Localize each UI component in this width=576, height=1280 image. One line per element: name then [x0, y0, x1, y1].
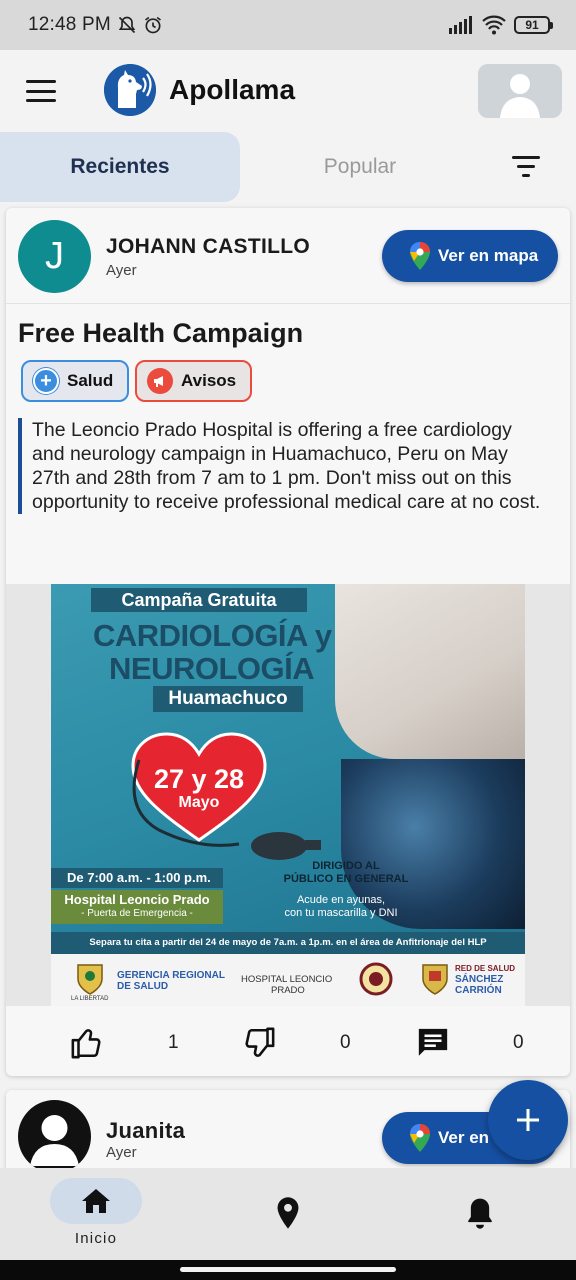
- author-name[interactable]: Juanita: [106, 1118, 185, 1144]
- campaign-poster: Campaña Gratuita CARDIOLOGÍA y NEUROLOGÍ…: [51, 584, 525, 1006]
- wifi-icon: [482, 15, 506, 35]
- tag-salud[interactable]: + Salud: [21, 360, 129, 402]
- dislike-count: 0: [340, 1032, 351, 1053]
- poster-banner: Campaña Gratuita: [91, 588, 307, 612]
- signal-icon: [449, 16, 472, 34]
- bottom-navigation: Inicio: [0, 1168, 576, 1260]
- app-logo: [104, 64, 156, 116]
- menu-button[interactable]: [26, 80, 56, 102]
- app-bar: Apollama: [0, 50, 576, 132]
- author-name[interactable]: JOHANN CASTILLO: [106, 235, 310, 259]
- gesture-bar: [0, 1260, 576, 1280]
- map-pin-icon: [410, 242, 430, 270]
- tag-avisos[interactable]: Avisos: [135, 360, 252, 402]
- comment-count: 0: [513, 1032, 524, 1053]
- megaphone-icon: [147, 368, 173, 394]
- post-title: Free Health Campaign: [18, 318, 304, 348]
- poster-logos: LA LIBERTAD GERENCIA REGIONAL DE SALUD H…: [51, 954, 525, 1006]
- tab-recientes[interactable]: Recientes: [0, 132, 240, 202]
- user-placeholder-icon: [30, 1115, 79, 1166]
- plus-icon: [517, 1109, 539, 1131]
- map-location-icon[interactable]: [272, 1196, 304, 1230]
- filter-icon[interactable]: [512, 156, 544, 178]
- comment-icon[interactable]: [416, 1026, 450, 1060]
- poster-line2: NEUROLOGÍA: [109, 651, 315, 686]
- map-pin-icon: [410, 1124, 430, 1152]
- author-avatar[interactable]: J: [18, 220, 91, 293]
- poster-audience-1: DIRIGIDO AL: [312, 860, 380, 872]
- app-title: Apollama: [169, 74, 296, 105]
- post-header: Juanita Ayer Ver en mapa: [6, 1090, 570, 1180]
- peru-shield-icon: [77, 964, 103, 995]
- like-count: 1: [168, 1032, 179, 1053]
- status-time: 12:48 PM: [28, 14, 111, 35]
- poster-hospital: Hospital Leoncio Prado: [64, 892, 210, 907]
- nav-home-label[interactable]: Inicio: [50, 1230, 142, 1247]
- logo-red-salud-1: RED DE SALUD: [455, 964, 516, 973]
- nav-home[interactable]: [50, 1178, 142, 1224]
- poster-appointment: Separa tu cita a partir del 24 de mayo d…: [51, 932, 525, 954]
- logo-hospital-1: HOSPITAL LEONCIO: [241, 974, 333, 985]
- post-time: Ayer: [106, 262, 137, 279]
- notifications-bell-icon[interactable]: [464, 1196, 496, 1230]
- stethoscope-photo: [335, 584, 525, 759]
- author-avatar[interactable]: [18, 1100, 91, 1173]
- thumbs-down-icon[interactable]: [242, 1026, 276, 1060]
- post-card: Juanita Ayer Ver en mapa: [6, 1090, 570, 1180]
- post-body: The Leoncio Prado Hospital is offering a…: [18, 418, 548, 514]
- post-time: Ayer: [106, 1144, 137, 1161]
- status-bar: 12:48 PM 91: [0, 0, 576, 50]
- user-placeholder-icon: [478, 64, 562, 118]
- poster-audience-2: PÚBLICO EN GENERAL: [283, 873, 409, 885]
- poster-note-1: Acude en ayunas,: [296, 894, 386, 906]
- view-on-map-button[interactable]: Ver en mapa: [382, 230, 558, 282]
- poster-note-2: con tu mascarilla y DNI: [284, 907, 398, 919]
- logo-red-salud-2: SÁNCHEZ: [455, 974, 504, 985]
- poster-line1: CARDIOLOGÍA y: [93, 618, 332, 653]
- tab-popular[interactable]: Popular: [240, 132, 480, 202]
- post-actions: 1 0 0: [6, 1008, 570, 1076]
- poster-door: - Puerta de Emergencia -: [81, 908, 193, 919]
- logo-red-salud-3: CARRIÓN: [455, 985, 502, 996]
- red-salud-shield-icon: [422, 964, 448, 995]
- logo-gerencia-2: DE SALUD: [117, 981, 169, 992]
- home-icon: [82, 1189, 110, 1213]
- logo-hospital-2: PRADO: [271, 985, 305, 996]
- add-post-button[interactable]: [488, 1080, 568, 1160]
- tag-label: Salud: [67, 371, 114, 390]
- seal-icon: [359, 962, 393, 996]
- user-avatar-button[interactable]: [478, 64, 562, 118]
- post-image[interactable]: Campaña Gratuita CARDIOLOGÍA y NEUROLOGÍ…: [6, 584, 570, 1006]
- post-header: J JOHANN CASTILLO Ayer Ver en mapa: [6, 208, 570, 304]
- post-card: J JOHANN CASTILLO Ayer Ver en mapa Free …: [6, 208, 570, 1076]
- blood-pressure-cuff-icon: [132, 759, 321, 860]
- poster-hours: De 7:00 a.m. - 1:00 p.m.: [51, 868, 223, 888]
- plus-circle-icon: +: [33, 368, 59, 394]
- feed-tabs: Recientes Popular: [0, 132, 576, 204]
- battery-icon: 91: [514, 16, 553, 34]
- alarm-icon: [144, 16, 161, 34]
- poster-location: Huamachuco: [153, 686, 303, 712]
- logo-libertad: LA LIBERTAD: [71, 996, 109, 1002]
- notifications-muted-icon: [118, 16, 136, 34]
- thumbs-up-icon[interactable]: [70, 1026, 104, 1060]
- view-on-map-label: Ver en mapa: [438, 246, 539, 265]
- tag-label: Avisos: [181, 371, 237, 390]
- logo-gerencia-1: GERENCIA REGIONAL: [117, 970, 225, 981]
